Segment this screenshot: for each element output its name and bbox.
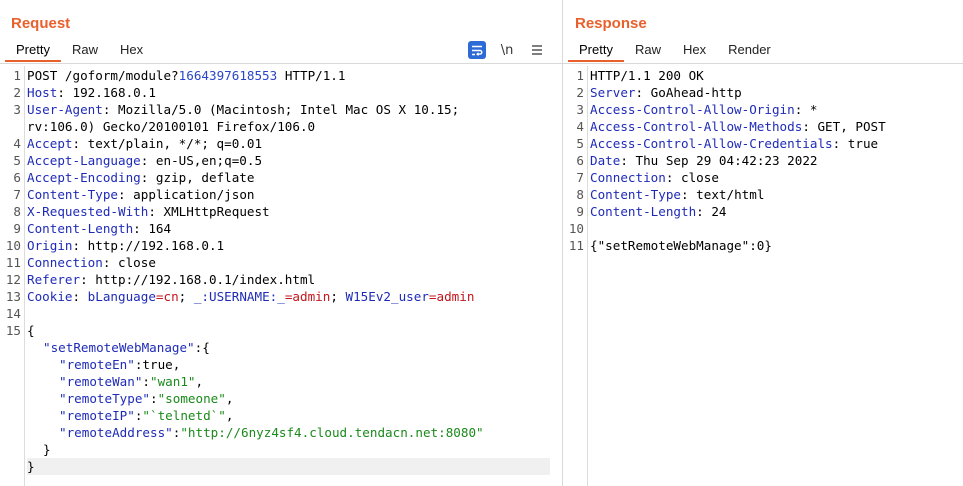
response-tabs: Pretty Raw Hex Render bbox=[568, 40, 782, 64]
request-line-2: 2 Host: 192.168.0.1 bbox=[13, 85, 156, 100]
request-tab-raw[interactable]: Raw bbox=[61, 40, 109, 62]
request-editor[interactable]: 1 POST /goform/module?1664397618553 HTTP/… bbox=[0, 66, 562, 486]
request-json-line: "remoteAddress":"http://6nyz4sf4.cloud.t… bbox=[59, 425, 484, 440]
request-line-14: 14 bbox=[5, 306, 21, 321]
response-line-11: 11 {"setRemoteWebManage":0} bbox=[568, 238, 772, 253]
request-line-13: 13 Cookie: bLanguage=cn; _:USERNAME:_=adm… bbox=[5, 289, 475, 304]
request-tabs: Pretty Raw Hex bbox=[5, 40, 154, 64]
word-wrap-button[interactable] bbox=[466, 40, 488, 60]
response-editor[interactable]: 1 HTTP/1.1 200 OK 2 Server: GoAhead-http 3… bbox=[563, 66, 963, 486]
request-line-8: 8 X-Requested-With: XMLHttpRequest bbox=[13, 204, 270, 219]
request-pane: Request Pretty Raw Hex \n 1 POST /goform/… bbox=[0, 0, 562, 486]
request-line-9: 9 Content-Length: 164 bbox=[13, 221, 172, 236]
request-tab-hex[interactable]: Hex bbox=[109, 40, 154, 62]
response-line-3: 3 Access-Control-Allow-Origin: * bbox=[576, 102, 818, 117]
response-tab-raw[interactable]: Raw bbox=[624, 40, 672, 62]
response-tab-hex[interactable]: Hex bbox=[672, 40, 717, 62]
response-line-6: 6 Date: Thu Sep 29 04:42:23 2022 bbox=[576, 153, 818, 168]
request-line-12: 12 Referer: http://192.168.0.1/index.html bbox=[5, 272, 316, 287]
response-tabs-divider bbox=[563, 63, 963, 64]
request-line-4: 4 Accept: text/plain, */*; q=0.01 bbox=[13, 136, 263, 151]
response-line-5: 5 Access-Control-Allow-Credentials: true bbox=[576, 136, 879, 151]
response-line-8: 8 Content-Type: text/html bbox=[576, 187, 765, 202]
request-json-line: "remoteWan":"wan1", bbox=[59, 374, 204, 389]
response-line-7: 7 Connection: close bbox=[576, 170, 719, 185]
show-newlines-button[interactable]: \n bbox=[496, 40, 518, 60]
request-line-1: 1 POST /goform/module?1664397618553 HTTP/… bbox=[13, 68, 346, 83]
response-line-9: 9 Content-Length: 24 bbox=[576, 204, 727, 219]
request-json-line: } bbox=[43, 442, 51, 457]
word-wrap-icon bbox=[468, 41, 486, 59]
response-line-2: 2 Server: GoAhead-http bbox=[576, 85, 742, 100]
response-tab-pretty[interactable]: Pretty bbox=[568, 40, 624, 62]
request-toolbar: \n bbox=[458, 40, 548, 60]
request-json-line: "setRemoteWebManage":{ bbox=[43, 340, 210, 355]
response-title: Response bbox=[575, 15, 647, 32]
request-line-11: 11 Connection: close bbox=[5, 255, 156, 270]
response-line-1: 1 HTTP/1.1 200 OK bbox=[576, 68, 704, 83]
request-json-line: "remoteEn":true, bbox=[59, 357, 181, 372]
response-pane: Response Pretty Raw Hex Render 1 HTTP/1.1… bbox=[563, 0, 963, 486]
request-line-7: 7 Content-Type: application/json bbox=[13, 187, 255, 202]
request-json-line: } bbox=[27, 459, 35, 474]
request-line-3-wrap: rv:106.0) Gecko/20100101 Firefox/106.0 bbox=[27, 119, 316, 134]
request-line-3: 3 User-Agent: Mozilla/5.0 (Macintosh; Int… bbox=[13, 102, 460, 117]
request-line-5: 5 Accept-Language: en-US,en;q=0.5 bbox=[13, 153, 263, 168]
request-tab-pretty[interactable]: Pretty bbox=[5, 40, 61, 62]
request-json-line: "remoteIP":"`telnetd`", bbox=[59, 408, 234, 423]
request-title: Request bbox=[11, 15, 71, 32]
request-tabs-divider bbox=[0, 63, 562, 64]
menu-icon[interactable] bbox=[526, 40, 548, 60]
request-line-10: 10 Origin: http://192.168.0.1 bbox=[5, 238, 225, 253]
response-line-4: 4 Access-Control-Allow-Methods: GET, POST bbox=[576, 119, 886, 134]
response-line-10: 10 bbox=[568, 221, 584, 236]
response-tab-render[interactable]: Render bbox=[717, 40, 782, 62]
request-line-6: 6 Accept-Encoding: gzip, deflate bbox=[13, 170, 255, 185]
request-line-15: 15{ bbox=[5, 323, 35, 338]
request-json-line: "remoteType":"someone", bbox=[59, 391, 234, 406]
